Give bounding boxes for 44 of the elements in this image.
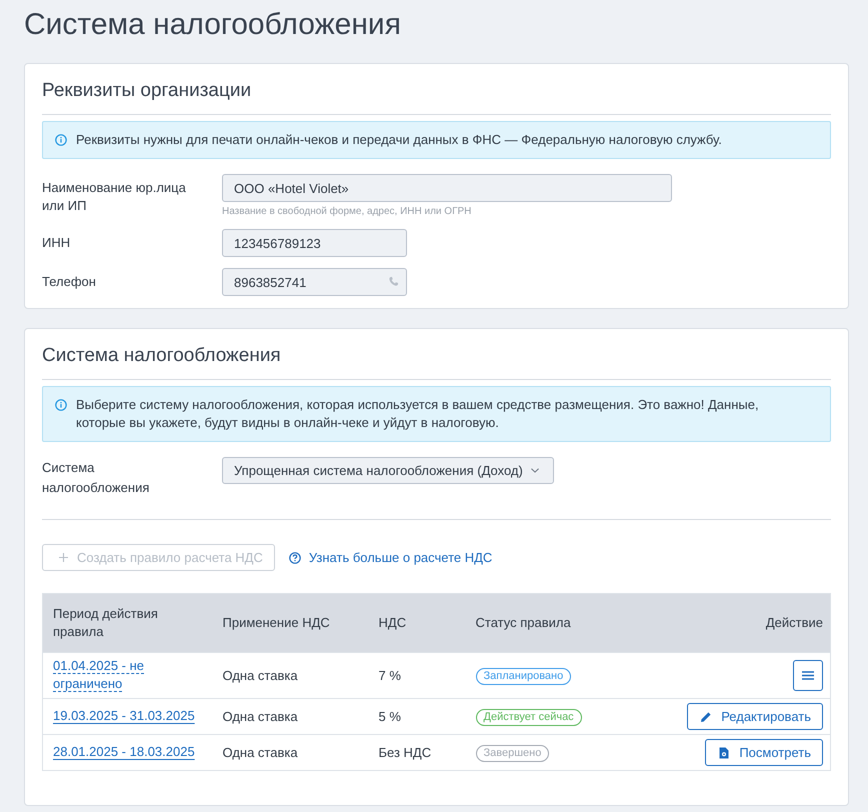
notice-text: Реквизиты нужны для печати онлайн-чеков и передачи данных в ФНС — Федеральную налоговую службу. <box>76 131 722 149</box>
field-label: ИНН <box>42 234 72 252</box>
menu-icon <box>802 671 814 680</box>
tax-system-select[interactable]: Упрощенная система налогообложения (Доход) <box>222 457 554 484</box>
table-cell: 5 % <box>378 709 401 724</box>
edit-button[interactable]: Редактировать <box>687 703 823 730</box>
document-icon <box>718 746 730 758</box>
column-header: НДС <box>368 594 466 652</box>
column-header: Применение НДС <box>212 594 368 652</box>
column-header: Период действия правила <box>42 594 212 652</box>
table-cell: 7 % <box>378 668 401 683</box>
section-title: Реквизиты организации <box>42 64 831 115</box>
info-icon <box>55 399 67 411</box>
table-cell: Одна ставка <box>222 668 298 683</box>
plus-icon <box>59 553 68 562</box>
field-label: Телефон <box>42 273 97 291</box>
period-link[interactable]: 28.01.2025 - 18.03.2025 <box>53 743 195 762</box>
field-label: Наименование юр.лица или ИП <box>42 179 187 215</box>
pencil-icon <box>700 710 712 722</box>
table-cell: Без НДС <box>378 745 432 760</box>
name-field[interactable]: ООО «Hotel Violet» <box>222 174 672 202</box>
field-label: Система налогообложения <box>42 459 150 497</box>
notice-text: Выберите систему налогообложения, которая используется в вашем средстве размещения. Это важно! Данные, которые вы укажете, будут видны в онлайн-чеке и уйдут в налоговую. <box>76 396 760 432</box>
phone-icon <box>388 276 399 287</box>
column-header: Действие <box>666 594 830 652</box>
status-badge: Действует сейчас <box>476 709 582 726</box>
phone-field[interactable]: 8963852741 <box>222 268 407 296</box>
period-link[interactable]: 19.03.2025 - 31.03.2025 <box>53 707 195 726</box>
status-badge: Запланировано <box>476 668 572 685</box>
period-link[interactable]: 01.04.2025 - не ограничено <box>53 657 202 694</box>
inn-field[interactable]: 123456789123 <box>222 229 407 257</box>
question-icon <box>288 552 301 564</box>
column-header: Статус правила <box>466 594 666 652</box>
section-title: Система налогообложения <box>42 329 831 380</box>
table-cell: Одна ставка <box>222 745 298 760</box>
info-icon <box>55 134 67 146</box>
menu-button[interactable] <box>793 660 823 691</box>
status-badge: Завершено <box>476 745 550 762</box>
help-link[interactable]: Узнать больше о расчете НДС <box>288 550 492 565</box>
table-cell: Одна ставка <box>222 709 298 724</box>
view-button[interactable]: Посмотреть <box>705 739 823 766</box>
hint-text: Название в свободной форме, адрес, ИНН или ОГРН <box>222 205 472 218</box>
page-title: Система налогообложения <box>24 7 402 43</box>
chevron-icon <box>530 468 539 473</box>
